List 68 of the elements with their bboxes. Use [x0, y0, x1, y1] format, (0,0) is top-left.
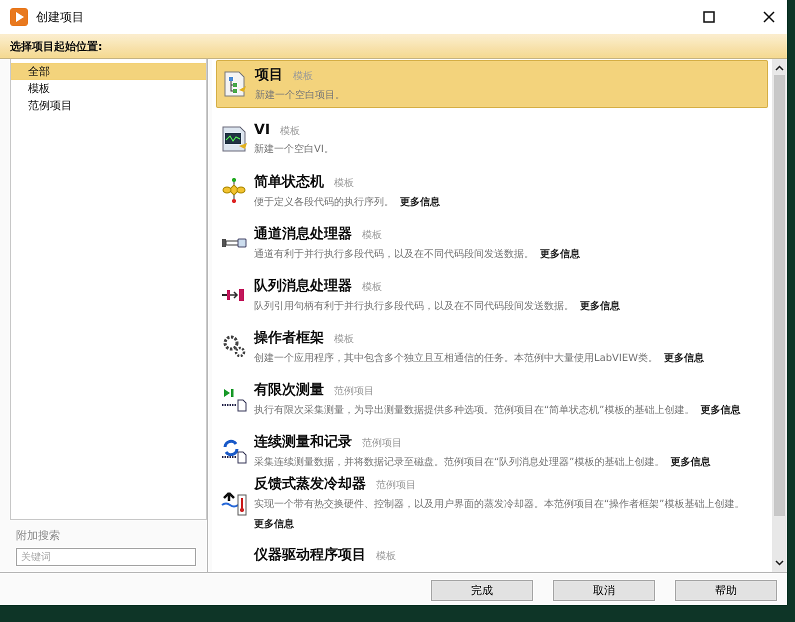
template-item[interactable]: 连续测量和记录 范例项目 采集连续测量数据，并将数据记录至磁盘。范例项目在“队列消息处理器”模板的基础上创建。 更多信息 [216, 425, 768, 477]
item-description: 新建一个空白项目。 [255, 88, 345, 102]
scrollbar[interactable] [772, 59, 787, 572]
item-description: 新建一个空白VI。 [254, 142, 334, 156]
item-tag: 范例项目 [334, 384, 374, 398]
template-item[interactable]: VI 模板 新建一个空白VI。 [216, 113, 768, 165]
more-info-link[interactable]: 更多信息 [400, 195, 440, 209]
window-title: 创建项目 [36, 8, 84, 26]
more-info-link[interactable]: 更多信息 [664, 351, 704, 365]
item-tag: 模板 [293, 69, 313, 83]
item-description: 执行有限次采集测量，为导出测量数据提供多种选项。范例项目在“简单状态机”模板的基础上创建。 [254, 404, 694, 417]
item-title: 项目 [255, 66, 283, 84]
template-item[interactable]: 反馈式蒸发冷却器 范例项目 实现一个带有热交换硬件、控制器，以及用户界面的蒸发冷却器。本范例项目在“操作者框架”模板基础上创建。 更多信息 [216, 477, 768, 529]
dialog-button[interactable]: 取消 [553, 580, 655, 600]
item-tag: 模板 [362, 228, 382, 242]
scroll-thumb[interactable] [774, 75, 785, 516]
template-item[interactable]: 有限次测量 范例项目 执行有限次采集测量，为导出测量数据提供多种选项。范例项目在“简单状态机”模板的基础上创建。 更多信息 [216, 373, 768, 425]
flowchart-icon [221, 177, 247, 205]
scroll-up-icon[interactable] [775, 65, 784, 71]
item-tag: 范例项目 [362, 436, 402, 450]
template-item[interactable]: 通道消息处理器 模板 通道有利于并行执行多段代码，以及在不同代码段间发送数据。 更多信息 [216, 217, 768, 269]
item-description: 便于定义各段代码的执行序列。 [254, 196, 394, 209]
item-description: 实现一个带有热交换硬件、控制器，以及用户界面的蒸发冷却器。本范例项目在“操作者框架”模板基础上创建。 [254, 498, 744, 511]
item-description: 创建一个应用程序，其中包含多个独立且互相通信的任务。本范例中大量使用LabVIEW类。 [254, 352, 658, 365]
more-info-link[interactable]: 更多信息 [540, 247, 580, 261]
item-title: 连续测量和记录 [254, 433, 352, 451]
item-title: 通道消息处理器 [254, 225, 352, 243]
vi-document-icon [221, 125, 247, 153]
template-item[interactable]: 简单状态机 模板 便于定义各段代码的执行序列。 更多信息 [216, 165, 768, 217]
item-tag: 模板 [334, 176, 354, 190]
close-icon[interactable] [763, 11, 775, 23]
category-item[interactable]: 全部 [11, 63, 206, 80]
item-title: 仪器驱动程序项目 [254, 546, 366, 564]
more-info-link[interactable]: 更多信息 [670, 455, 710, 469]
dialog-button[interactable]: 帮助 [675, 580, 777, 600]
template-item[interactable]: 项目 模板 新建一个空白项目。 [216, 60, 768, 108]
item-description: 通道有利于并行执行多段代码，以及在不同代码段间发送数据。 [254, 248, 534, 261]
item-title: 队列消息处理器 [254, 277, 352, 295]
item-description: 队列引用句柄有利于并行执行多段代码，以及在不同代码段间发送数据。 [254, 300, 574, 313]
document-icon [222, 70, 248, 98]
item-tag: 模板 [376, 549, 396, 563]
more-info-link[interactable]: 更多信息 [580, 299, 620, 313]
item-title: 操作者框架 [254, 329, 324, 347]
play-icon [10, 8, 28, 26]
item-tag: 范例项目 [376, 478, 416, 492]
template-item[interactable]: 队列消息处理器 模板 队列引用句柄有利于并行执行多段代码，以及在不同代码段间发送数据。 更多信息 [216, 269, 768, 321]
cycle-document-icon [221, 437, 247, 465]
item-title: 简单状态机 [254, 173, 324, 191]
search-label: 附加搜索 [16, 528, 61, 543]
item-title: 反馈式蒸发冷却器 [254, 475, 366, 493]
scroll-down-icon[interactable] [775, 560, 784, 566]
header-label: 选择项目起始位置: [10, 38, 102, 54]
template-item[interactable]: 仪器驱动程序项目 模板 [216, 529, 768, 572]
item-tag: 模板 [334, 332, 354, 346]
item-title: VI [254, 122, 270, 138]
category-item[interactable]: 模板 [11, 80, 206, 97]
keyword-field[interactable]: 关键词 [16, 548, 196, 566]
item-title: 有限次测量 [254, 381, 324, 399]
dialog-button[interactable]: 完成 [431, 580, 533, 600]
item-tag: 模板 [280, 124, 300, 138]
more-info-link[interactable]: 更多信息 [254, 517, 294, 531]
category-item[interactable]: 范例项目 [11, 97, 206, 114]
item-tag: 模板 [362, 280, 382, 294]
more-info-link[interactable]: 更多信息 [700, 403, 740, 417]
item-description: 采集连续测量数据，并将数据记录至磁盘。范例项目在“队列消息处理器”模板的基础上创建。 [254, 456, 664, 469]
template-item[interactable]: 操作者框架 模板 创建一个应用程序，其中包含多个独立且互相通信的任务。本范例中大量使用LabVIEW类。 更多信息 [216, 321, 768, 373]
fan-thermometer-icon [221, 489, 247, 517]
maximize-icon[interactable] [703, 11, 715, 23]
